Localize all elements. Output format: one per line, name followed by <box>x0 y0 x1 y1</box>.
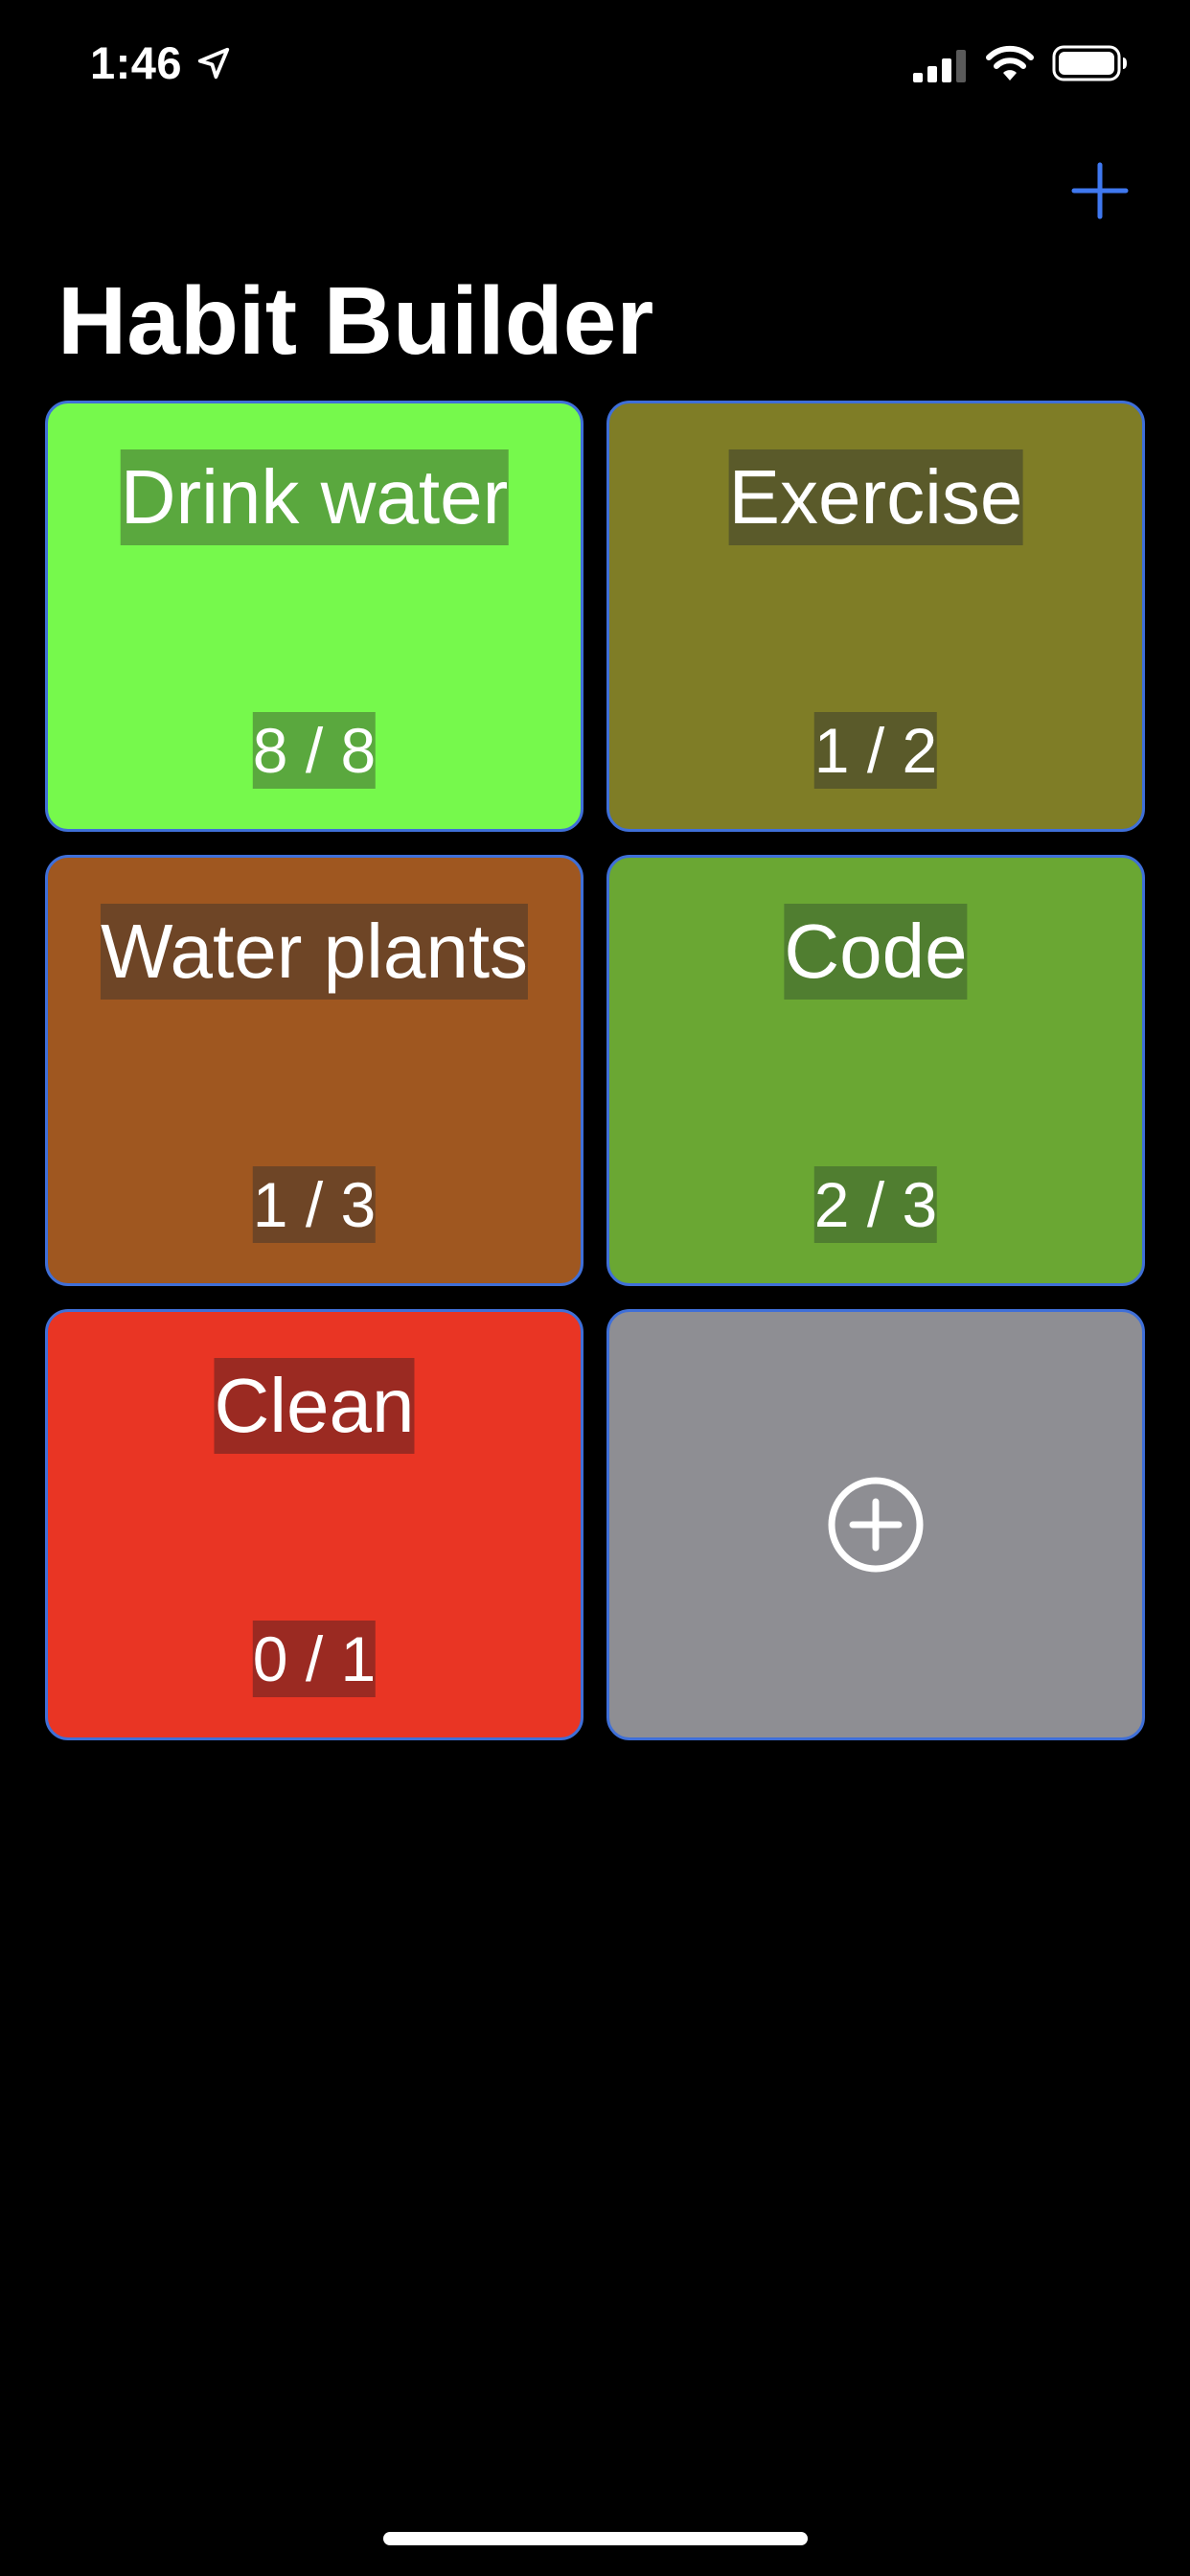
add-habit-tile[interactable] <box>606 1309 1145 1740</box>
add-habit-button[interactable] <box>1070 161 1130 220</box>
habit-name: Clean <box>214 1358 415 1454</box>
habit-count: 1 / 3 <box>252 1166 377 1243</box>
habit-tile-drink-water[interactable]: Drink water 8 / 8 <box>45 401 584 832</box>
page-title: Habit Builder <box>57 267 654 375</box>
habit-tile-water-plants[interactable]: Water plants 1 / 3 <box>45 855 584 1286</box>
status-time-text: 1:46 <box>90 37 183 88</box>
habit-tile-exercise[interactable]: Exercise 1 / 2 <box>606 401 1145 832</box>
habit-tile-code[interactable]: Code 2 / 3 <box>606 855 1145 1286</box>
habit-count: 0 / 1 <box>252 1621 377 1697</box>
plus-circle-icon <box>828 1477 924 1573</box>
habit-name: Exercise <box>728 449 1023 545</box>
habit-name: Code <box>784 904 968 1000</box>
habit-count: 8 / 8 <box>252 712 377 789</box>
habit-name: Drink water <box>120 449 509 545</box>
wifi-icon <box>986 45 1034 80</box>
battery-icon <box>1052 45 1127 81</box>
habit-grid: Drink water 8 / 8 Exercise 1 / 2 Water p… <box>45 401 1145 1740</box>
plus-icon <box>1071 162 1129 219</box>
habit-count: 1 / 2 <box>813 712 938 789</box>
habit-count: 2 / 3 <box>813 1166 938 1243</box>
habit-tile-clean[interactable]: Clean 0 / 1 <box>45 1309 584 1740</box>
status-bar: 1:46 <box>0 0 1190 128</box>
location-arrow-icon <box>197 47 230 79</box>
habit-name: Water plants <box>100 904 529 1000</box>
home-indicator <box>383 2532 808 2545</box>
status-time: 1:46 <box>90 36 232 89</box>
cellular-signal-icon <box>913 50 966 82</box>
